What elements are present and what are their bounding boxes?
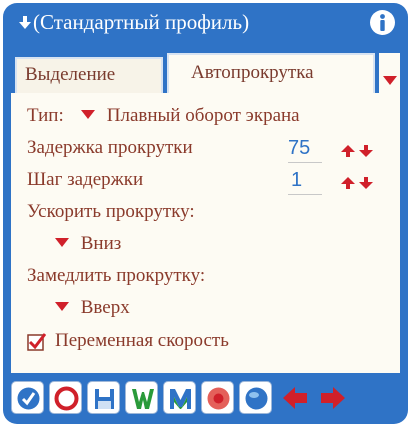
dropdown-arrow-icon: [81, 110, 95, 119]
tab-autoscroll-label: Автопрокрутка: [191, 62, 314, 83]
prev-icon: [283, 387, 307, 409]
slowdown-dropdown[interactable]: Вверх: [55, 297, 130, 319]
tab-selection[interactable]: Выделение: [15, 57, 163, 93]
step-input[interactable]: 1: [291, 169, 302, 192]
apply-button[interactable]: [11, 381, 44, 414]
tab-selection-label: Выделение: [25, 64, 116, 85]
profile-title[interactable]: (Стандартный профиль): [33, 10, 249, 35]
step-stepper[interactable]: [341, 174, 377, 196]
variable-speed-checkbox[interactable]: [27, 333, 47, 351]
dropdown-arrow-icon: [55, 302, 69, 311]
w-button[interactable]: [125, 381, 158, 414]
delay-label: Задержка прокрутки: [27, 137, 193, 158]
up-down-arrows-icon: [341, 177, 373, 189]
globe-icon: [245, 387, 268, 410]
speedup-dropdown[interactable]: Вниз: [55, 233, 121, 255]
prev-button[interactable]: [283, 387, 313, 414]
delay-input-underline: [288, 162, 322, 163]
dropdown-arrow-icon: [55, 238, 69, 247]
stop-button[interactable]: [49, 381, 82, 414]
type-value: Плавный оборот экрана: [106, 105, 300, 126]
tab-bar: Выделение Автопрокрутка: [11, 47, 400, 93]
record-icon: [207, 387, 230, 410]
m-button[interactable]: [163, 381, 196, 414]
tab-autoscroll[interactable]: Автопрокрутка: [167, 53, 375, 93]
autoscroll-window: (Стандартный профиль) Выделение Автопрок…: [3, 3, 408, 424]
m-icon: [170, 389, 191, 409]
slowdown-label: Замедлить прокрутку:: [27, 265, 206, 286]
speedup-label: Ускорить прокрутку:: [27, 201, 195, 222]
checkbox-checked-icon: [27, 333, 47, 351]
speedup-value: Вниз: [80, 233, 122, 254]
settings-panel: Выделение Автопрокрутка Тип: Плавный обо…: [11, 47, 400, 373]
next-icon: [321, 387, 345, 409]
type-label: Тип:: [27, 105, 64, 126]
step-input-underline: [288, 194, 322, 195]
info-icon[interactable]: [369, 9, 396, 36]
delay-stepper[interactable]: [341, 142, 377, 164]
save-icon: [95, 389, 114, 409]
delay-input[interactable]: 75: [288, 137, 310, 160]
check-icon: [17, 387, 40, 410]
globe-button[interactable]: [239, 381, 272, 414]
bottom-toolbar: [3, 373, 408, 424]
record-button[interactable]: [201, 381, 234, 414]
w-icon: [132, 389, 154, 409]
stop-icon: [54, 386, 79, 411]
next-button[interactable]: [315, 387, 345, 414]
up-down-arrows-icon: [341, 145, 373, 157]
step-label: Шаг задержки: [27, 169, 144, 190]
autoscroll-settings: Тип: Плавный оборот экрана Задержка прок…: [11, 93, 400, 373]
variable-speed-label[interactable]: Переменная скорость: [55, 330, 229, 352]
slowdown-value: Вверх: [80, 297, 130, 318]
tab-overflow-button[interactable]: [379, 53, 400, 93]
title-bar: (Стандартный профиль): [3, 3, 408, 47]
type-dropdown[interactable]: Плавный оборот экрана: [81, 105, 300, 127]
save-button[interactable]: [87, 381, 120, 414]
chevron-down-icon: [383, 76, 397, 85]
